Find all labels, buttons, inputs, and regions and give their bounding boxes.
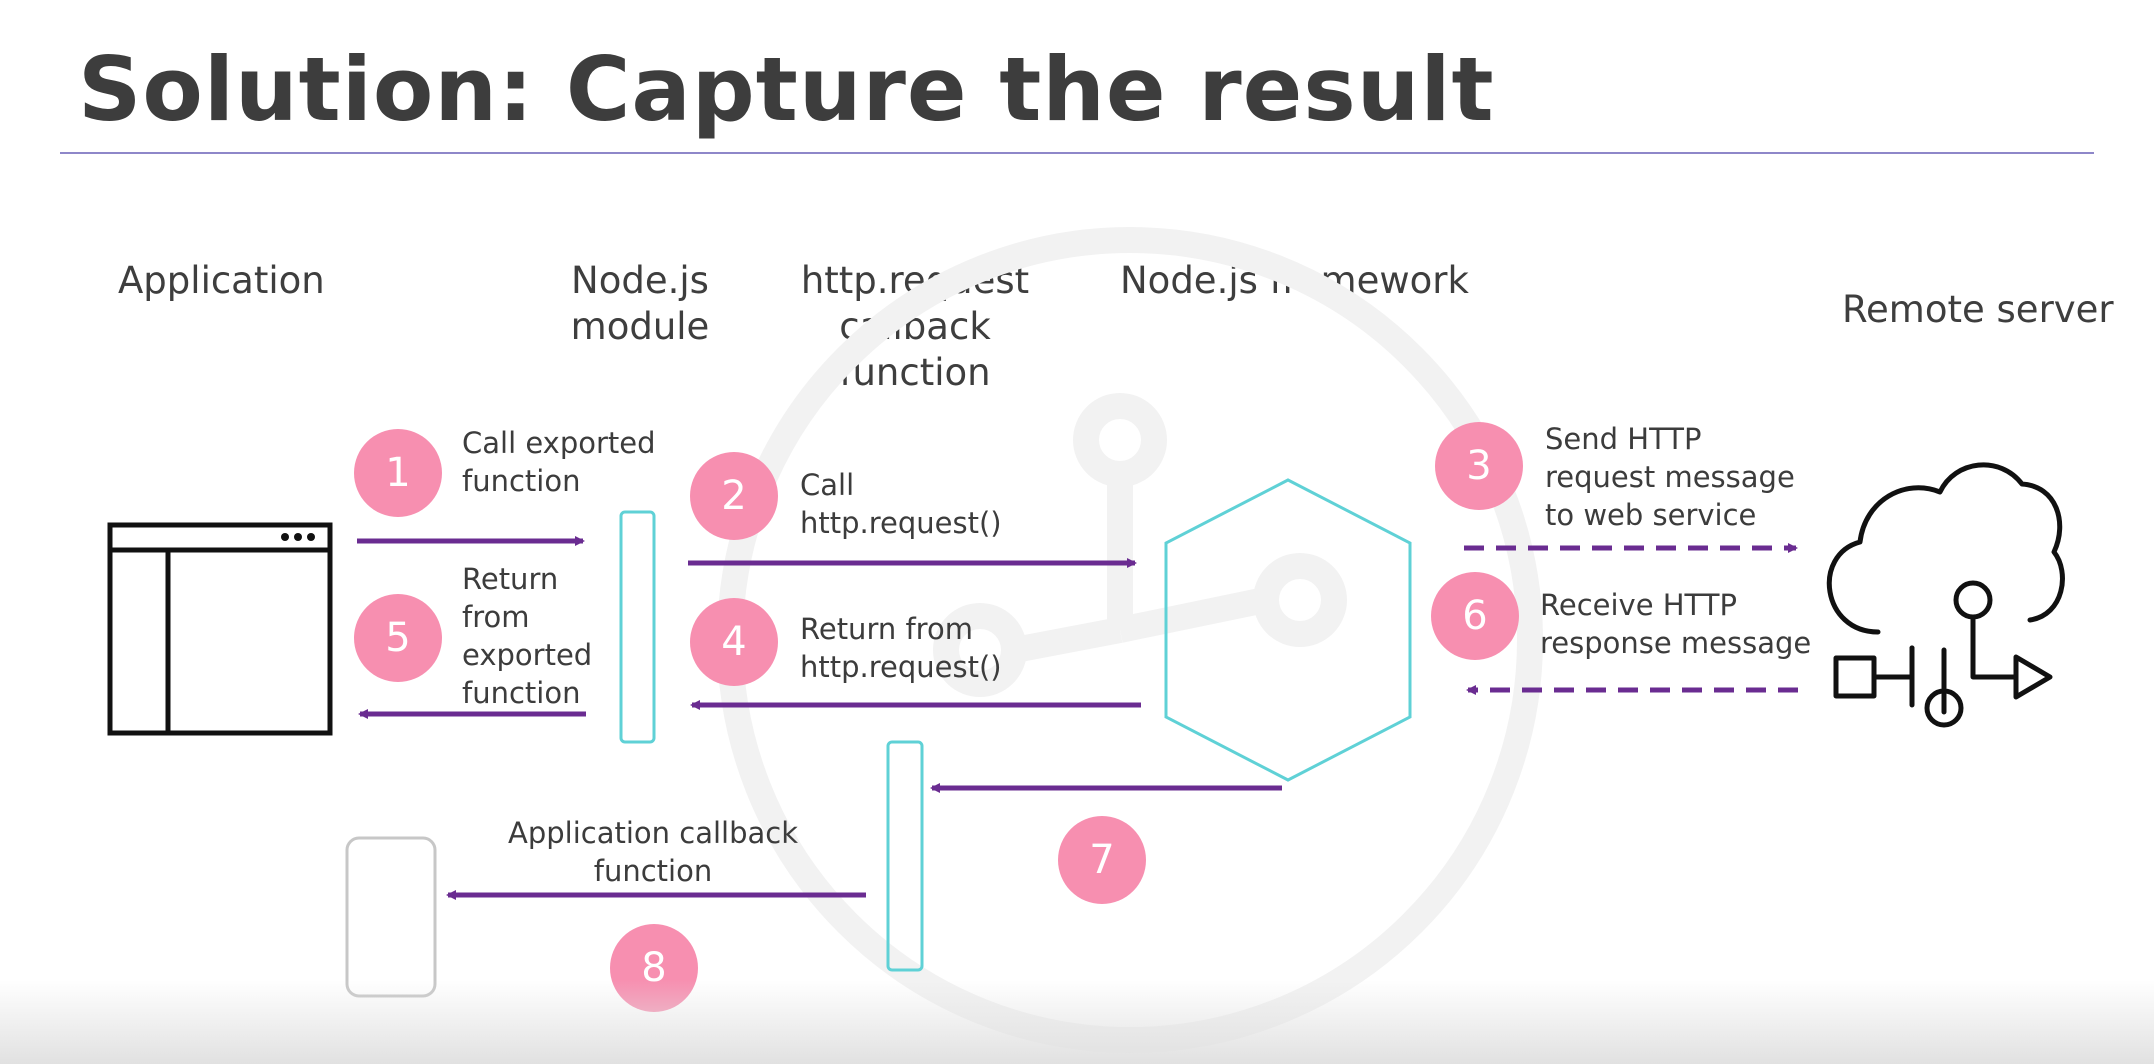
step-label-2: Call http.request() [800, 468, 1002, 540]
step-badge-7: 7 [1058, 816, 1146, 904]
rounded-rectangle-icon [345, 836, 437, 998]
step-label-8: Application callback function [508, 816, 798, 888]
step-badge-2: 2 [690, 452, 778, 540]
step-badge-4: 4 [690, 598, 778, 686]
step-label-6: Receive HTTP response message [1540, 588, 1812, 660]
node-module-bar [619, 510, 656, 744]
step-label-4: Return from http.request() [800, 612, 1002, 684]
callback-function-bar [886, 740, 924, 972]
cloud-network-icon [1826, 462, 2065, 728]
step-badge-1: 1 [354, 429, 442, 517]
step-label-5: Return from exported function [462, 562, 593, 710]
step-badge-3: 3 [1435, 422, 1523, 510]
window-dots-icon [281, 533, 315, 541]
step-badge-6: 6 [1431, 572, 1519, 660]
flow-diagram [107, 227, 2065, 1053]
step-label-1: Call exported function [462, 426, 656, 498]
step-badge-5: 5 [354, 594, 442, 682]
app-window-icon [107, 522, 333, 736]
bottom-fade [0, 980, 2154, 1064]
step-label-3: Send HTTP request message to web service [1545, 422, 1795, 532]
